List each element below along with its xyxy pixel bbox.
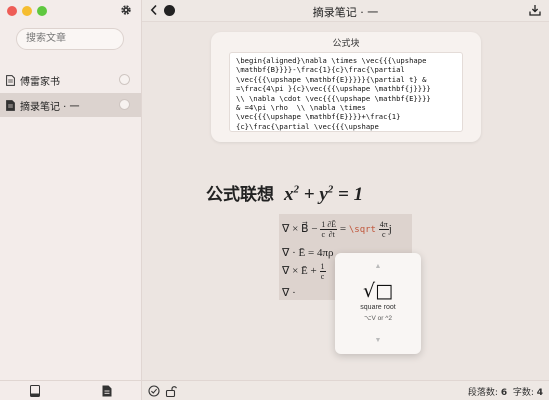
suggestion-name: square root [360, 304, 396, 311]
close-window-button[interactable] [7, 6, 17, 16]
document-stats: 段落数: 6 字数: 4 [467, 388, 543, 398]
file-item-radio[interactable] [119, 74, 130, 85]
title-bar: 摘录笔记 · 一 [142, 0, 549, 22]
heading-text: 公式联想 [206, 185, 274, 205]
math-line-4: ∇ · [282, 287, 296, 299]
math-line-3: ∇ × Ē + 1c [282, 262, 326, 281]
file-item-label: 傅雷家书 [20, 76, 60, 88]
word-count: 4 [536, 388, 543, 398]
math-line-1: ∇ × B⃗ − 1 c ∂Ē ∂t = \sqrt 4π c j [282, 220, 392, 239]
document-icon [6, 74, 15, 86]
formula-code-editor[interactable]: \begin{aligned}\nabla \times \vec{{{\ups… [229, 52, 463, 132]
latex-command: \sqrt [348, 225, 376, 236]
book-icon[interactable] [30, 385, 40, 397]
document-filled-icon [6, 99, 15, 111]
inline-equation[interactable]: x2 + y2 = 1 [284, 184, 363, 205]
minimize-window-button[interactable] [22, 6, 32, 16]
document-title: 摘录笔记 · 一 [312, 6, 379, 19]
file-list-icon[interactable] [102, 385, 112, 397]
gear-icon[interactable] [120, 4, 132, 16]
file-item-fulei[interactable]: 傅雷家书 [0, 68, 141, 92]
scroll-down-icon[interactable]: ▼ [335, 337, 421, 344]
square-root-icon[interactable]: √□ [335, 280, 421, 302]
autocomplete-popup[interactable]: ▲ √□ square root ⌥V or ^2 ▼ [335, 253, 421, 354]
unlock-icon[interactable] [165, 385, 177, 398]
paragraph-count: 6 [500, 388, 508, 398]
file-item-radio[interactable] [119, 99, 130, 110]
file-item-excerpt[interactable]: 摘录笔记 · 一 [0, 93, 141, 117]
math-line-2: ∇ · Ē = 4πρ [282, 247, 334, 259]
check-circle-icon[interactable] [148, 385, 160, 397]
window-controls [7, 6, 47, 16]
status-bar: 段落数: 6 字数: 4 [142, 380, 549, 400]
editor: 摘录笔记 · 一 公式块 \begin{aligned}\nabla \time… [142, 0, 549, 400]
formula-block-title: 公式块 [332, 39, 360, 49]
sidebar-toolbar [0, 380, 141, 400]
scroll-up-icon[interactable]: ▲ [335, 263, 421, 270]
formula-block[interactable]: 公式块 \begin{aligned}\nabla \times \vec{{{… [211, 32, 481, 142]
file-item-label: 摘录笔记 · 一 [20, 101, 80, 113]
export-icon[interactable] [529, 4, 541, 16]
search-input[interactable]: 搜索文章 [16, 28, 124, 50]
suggestion-shortcut: ⌥V or ^2 [364, 315, 392, 322]
heading-with-formula[interactable]: 公式联想 x2 + y2 = 1 [206, 180, 363, 206]
sidebar: 搜索文章 傅雷家书 摘录笔记 · 一 [0, 0, 142, 400]
zoom-window-button[interactable] [37, 6, 47, 16]
